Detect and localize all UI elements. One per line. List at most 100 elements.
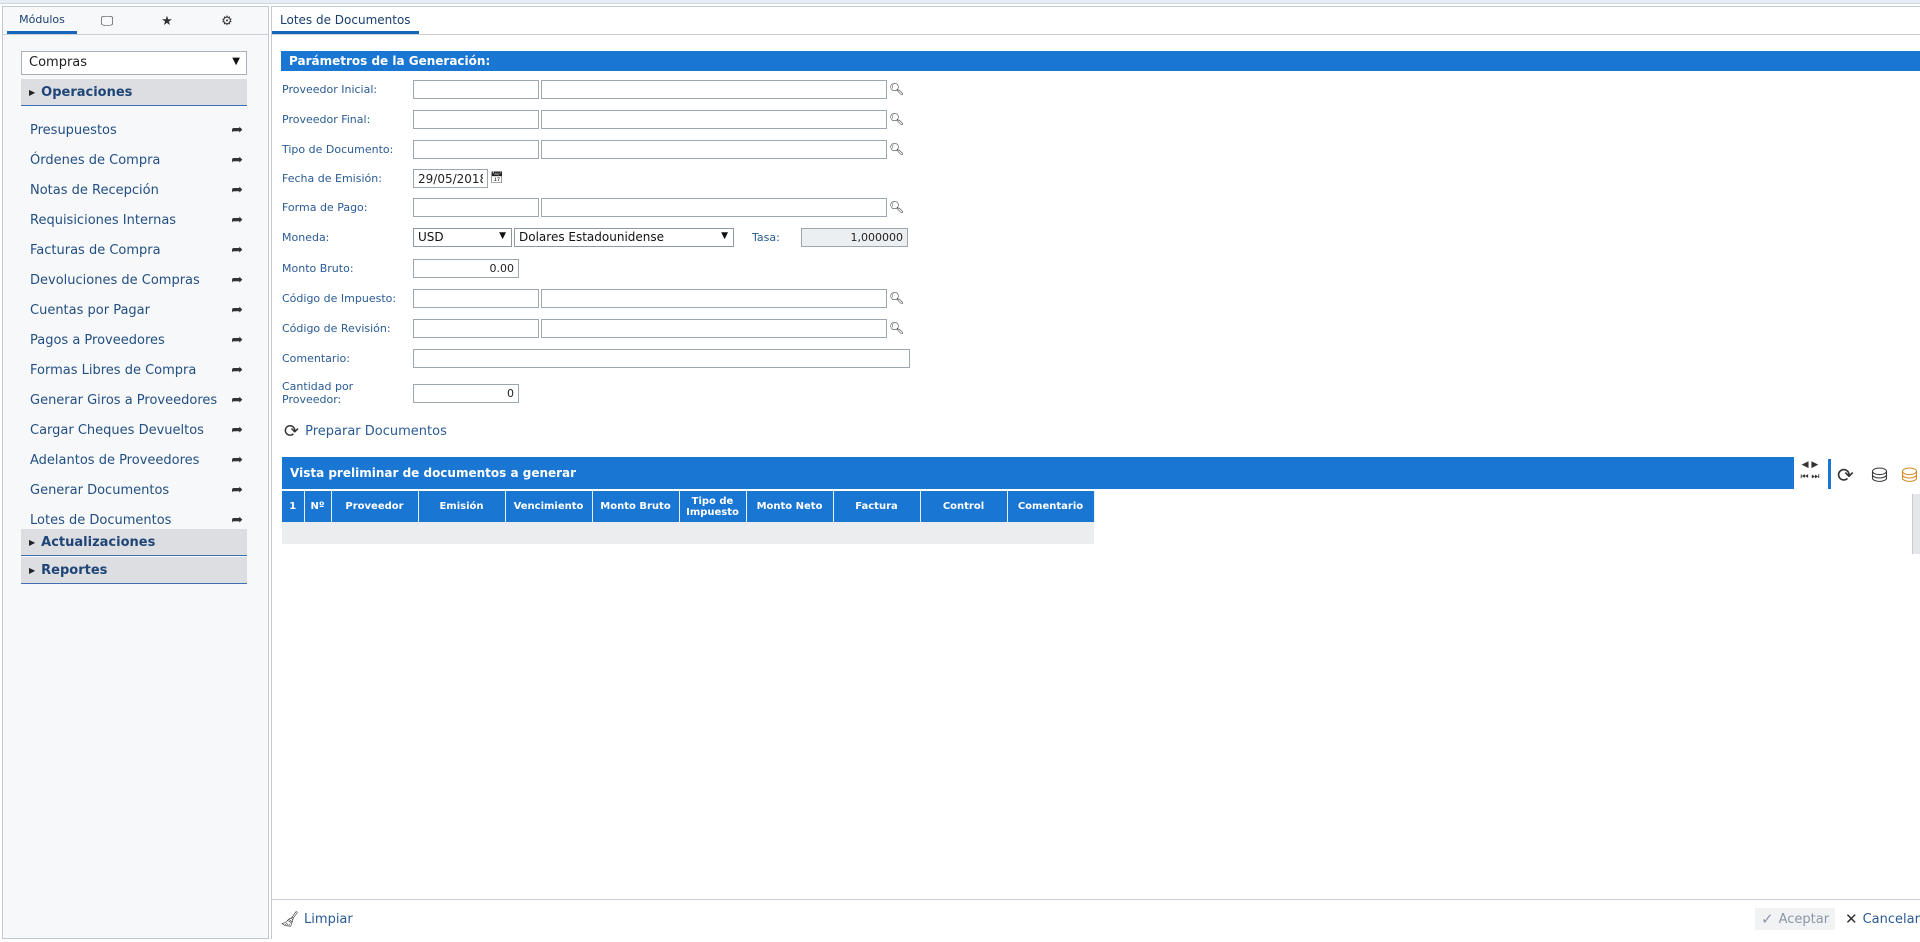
sidebar-item-generar-documentos[interactable]: Generar Documentos ➦ xyxy=(21,475,247,505)
proveedor-inicial-name[interactable] xyxy=(541,80,887,99)
preparar-documentos-button[interactable]: ⟳ Preparar Documentos xyxy=(284,421,447,442)
label-cantidad-proveedor: Cantidad por Proveedor: xyxy=(282,380,353,406)
label-monto-bruto: Monto Bruto: xyxy=(282,262,354,275)
grid-header-control[interactable]: Control xyxy=(920,491,1008,522)
forma-pago-code[interactable] xyxy=(413,198,539,217)
module-select-value: Compras xyxy=(29,55,88,70)
aceptar-button[interactable]: ✓ Aceptar xyxy=(1755,908,1836,930)
cantidad-proveedor-input[interactable] xyxy=(413,384,519,403)
refresh-icon: ⟳ xyxy=(284,421,300,442)
grid-header-proveedor[interactable]: Proveedor xyxy=(331,491,419,522)
sidebar-item-formas-libres[interactable]: Formas Libres de Compra ➦ xyxy=(21,355,247,385)
label-moneda: Moneda: xyxy=(282,231,330,244)
footer-bar: 🧹︎ Limpiar ✓ Aceptar ✕ Cancelar xyxy=(272,899,1920,939)
grid-header-factura[interactable]: Factura xyxy=(833,491,921,522)
proveedor-inicial-code[interactable] xyxy=(413,80,539,99)
search-icon[interactable]: 🔍︎ xyxy=(889,142,904,156)
label-fecha-emision: Fecha de Emisión: xyxy=(282,172,382,185)
grid-header-vencimiento[interactable]: Vencimiento xyxy=(505,491,593,522)
search-icon[interactable]: 🔍︎ xyxy=(889,112,904,126)
tasa-input xyxy=(801,228,908,247)
pager-first-last-icon[interactable]: ⏮ ⏭ xyxy=(1795,471,1825,483)
grid-scrollbar[interactable] xyxy=(1912,494,1920,554)
monto-bruto-input[interactable] xyxy=(413,259,519,278)
tipo-documento-name[interactable] xyxy=(541,140,887,159)
database-icon[interactable]: ⛁ xyxy=(1871,463,1888,487)
label-tasa: Tasa: xyxy=(752,231,780,244)
search-icon[interactable]: 🔍︎ xyxy=(889,321,904,335)
grid-header-numero[interactable]: Nº xyxy=(304,491,332,522)
codigo-revision-name[interactable] xyxy=(541,319,887,338)
sidebar-item-pagos-proveedores[interactable]: Pagos a Proveedores ➦ xyxy=(21,325,247,355)
sidebar-item-label: Devoluciones de Compras xyxy=(30,272,200,288)
top-border xyxy=(0,0,1920,4)
proveedor-final-name[interactable] xyxy=(541,110,887,129)
sidebar-item-notas-recepcion[interactable]: Notas de Recepción ➦ xyxy=(21,175,247,205)
share-arrow-icon: ➦ xyxy=(231,182,243,198)
section-reportes-label: Reportes xyxy=(41,562,108,578)
sidebar-item-label: Adelantos de Proveedores xyxy=(30,452,200,468)
params-title: Parámetros de la Generación: xyxy=(281,51,1920,71)
section-operaciones[interactable]: ▶ Operaciones xyxy=(21,79,247,106)
caret-right-icon: ▶ xyxy=(29,537,36,547)
section-reportes[interactable]: ▶ Reportes xyxy=(21,557,247,584)
search-icon[interactable]: 🔍︎ xyxy=(889,291,904,305)
comentario-input[interactable] xyxy=(413,349,910,368)
pager-prev-next-icon[interactable]: ◀ ▶ xyxy=(1795,459,1825,471)
label-cantidad-por: Cantidad por xyxy=(282,380,354,393)
fecha-emision-input[interactable] xyxy=(413,169,488,188)
sidebar-item-cheques-devueltos[interactable]: Cargar Cheques Devueltos ➦ xyxy=(21,415,247,445)
sidebar-item-requisiciones[interactable]: Requisiciones Internas ➦ xyxy=(21,205,247,235)
grid-header-emision[interactable]: Emisión xyxy=(418,491,506,522)
sidebar-item-ordenes-compra[interactable]: Órdenes de Compra ➦ xyxy=(21,145,247,175)
proveedor-final-code[interactable] xyxy=(413,110,539,129)
limpiar-button[interactable]: 🧹︎ Limpiar xyxy=(280,910,353,928)
calendar-icon[interactable]: 📅︎ xyxy=(490,171,504,184)
section-actualizaciones[interactable]: ▶ Actualizaciones xyxy=(21,529,247,556)
tab-modulos[interactable]: Módulos xyxy=(7,8,77,34)
codigo-revision-code[interactable] xyxy=(413,319,539,338)
label-comentario: Comentario: xyxy=(282,352,350,365)
grid-header-index[interactable]: 1 xyxy=(282,491,305,522)
share-arrow-icon: ➦ xyxy=(231,452,243,468)
grid-header-tipo-impuesto[interactable]: Tipo de Impuesto xyxy=(679,491,747,522)
moneda-code-select[interactable]: USD ▼ xyxy=(413,228,512,247)
sidebar-item-generar-giros[interactable]: Generar Giros a Proveedores ➦ xyxy=(21,385,247,415)
forma-pago-name[interactable] xyxy=(541,198,887,217)
star-icon[interactable]: ★ xyxy=(137,8,197,34)
caret-right-icon: ▶ xyxy=(29,565,36,575)
gears-icon[interactable]: ⚙ xyxy=(197,8,257,34)
caret-right-icon: ▶ xyxy=(29,87,36,97)
module-select[interactable]: Compras ▼ xyxy=(21,51,247,75)
cancelar-button[interactable]: ✕ Cancelar xyxy=(1845,910,1920,928)
sidebar-item-label: Facturas de Compra xyxy=(30,242,161,258)
codigo-impuesto-code[interactable] xyxy=(413,289,539,308)
sidebar-item-cuentas-pagar[interactable]: Cuentas por Pagar ➦ xyxy=(21,295,247,325)
tipo-documento-code[interactable] xyxy=(413,140,539,159)
moneda-name-select[interactable]: Dolares Estadounidense ▼ xyxy=(514,228,734,247)
database-edit-icon[interactable]: ⛁ xyxy=(1901,463,1918,487)
search-icon[interactable]: 🔍︎ xyxy=(889,200,904,214)
grid-header-monto-bruto[interactable]: Monto Bruto xyxy=(592,491,680,522)
toolbar-divider xyxy=(1828,459,1831,489)
tab-lotes-documentos[interactable]: Lotes de Documentos xyxy=(272,8,419,34)
search-icon[interactable]: 🔍︎ xyxy=(889,82,904,96)
desktop-icon[interactable]: 🖵 xyxy=(77,8,137,34)
sidebar-item-presupuestos[interactable]: Presupuestos ➦ xyxy=(21,115,247,145)
share-arrow-icon: ➦ xyxy=(231,272,243,288)
sidebar: Módulos 🖵 ★ ⚙ Compras ▼ ▶ Operaciones Pr… xyxy=(2,6,269,939)
codigo-impuesto-name[interactable] xyxy=(541,289,887,308)
grid-header-comentario[interactable]: Comentario xyxy=(1007,491,1095,522)
share-arrow-icon: ➦ xyxy=(231,332,243,348)
sidebar-item-label: Generar Giros a Proveedores xyxy=(30,392,218,408)
aceptar-label: Aceptar xyxy=(1778,911,1830,927)
sidebar-item-devoluciones[interactable]: Devoluciones de Compras ➦ xyxy=(21,265,247,295)
label-proveedor-final: Proveedor Final: xyxy=(282,113,371,126)
main-tabs: Lotes de Documentos xyxy=(272,7,1920,35)
pager-controls[interactable]: ◀ ▶ ⏮ ⏭ xyxy=(1795,459,1825,489)
sidebar-item-adelantos[interactable]: Adelantos de Proveedores ➦ xyxy=(21,445,247,475)
sidebar-item-facturas-compra[interactable]: Facturas de Compra ➦ xyxy=(21,235,247,265)
grid-header-monto-neto[interactable]: Monto Neto xyxy=(746,491,834,522)
share-arrow-icon: ➦ xyxy=(231,242,243,258)
refresh-icon[interactable]: ⟳ xyxy=(1837,463,1854,487)
